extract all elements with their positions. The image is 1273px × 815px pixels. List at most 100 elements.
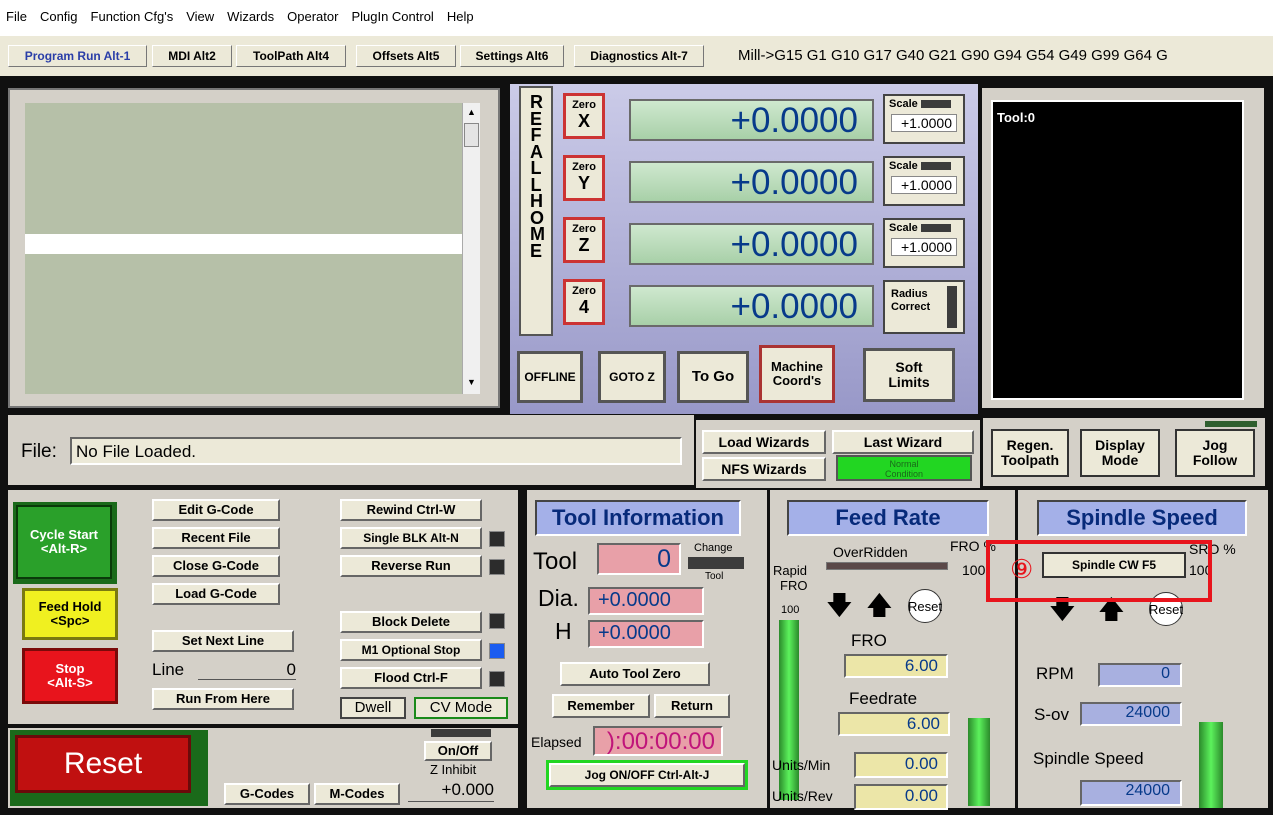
z-inhibit-value[interactable]: +0.000 [408, 780, 494, 802]
tab-toolpath[interactable]: ToolPath Alt4 [236, 45, 346, 67]
zero-4-button[interactable]: Zero 4 [563, 279, 605, 325]
dro-x[interactable]: +0.0000 [629, 99, 874, 141]
reverse-run-led [489, 559, 505, 575]
menu-config[interactable]: Config [40, 9, 78, 24]
scroll-up-icon[interactable]: ▲ [467, 107, 476, 117]
dro-4[interactable]: +0.0000 [629, 285, 874, 327]
reset-button[interactable]: Reset [15, 735, 191, 793]
rewind-button[interactable]: Rewind Ctrl-W [340, 499, 482, 521]
m-codes-button[interactable]: M-Codes [314, 783, 400, 805]
jog-onoff-button[interactable]: Jog ON/OFF Ctrl-Alt-J [549, 763, 745, 787]
dro-z[interactable]: +0.0000 [629, 223, 874, 265]
tool-diameter-field[interactable]: +0.0000 [588, 587, 704, 615]
display-mode-button[interactable]: Display Mode [1080, 429, 1160, 477]
feedrate-value: 6.00 [838, 712, 950, 736]
menu-file[interactable]: File [6, 9, 27, 24]
gcode-scrollbar[interactable]: ▲ ▼ [462, 103, 480, 394]
tool-display-label: Tool:0 [997, 110, 1036, 125]
menu-function-cfgs[interactable]: Function Cfg's [91, 9, 174, 24]
flood-led [489, 671, 505, 687]
fro-down-icon[interactable]: 🡇 [826, 592, 853, 618]
feed-rate-title: Feed Rate [787, 500, 989, 536]
fro-percent-value: 100 [962, 562, 986, 578]
z-inhibit-button[interactable]: On/Off [424, 741, 492, 761]
z-inhibit-led [431, 729, 491, 737]
tab-offsets[interactable]: Offsets Alt5 [356, 45, 456, 67]
condition-indicator: Normal Condition [836, 455, 972, 481]
gcode-list[interactable] [25, 103, 462, 394]
remember-button[interactable]: Remember [552, 694, 650, 718]
dro-y[interactable]: +0.0000 [629, 161, 874, 203]
run-from-here-button[interactable]: Run From Here [152, 688, 294, 710]
fro-value[interactable]: 6.00 [844, 654, 948, 678]
to-go-button[interactable]: To Go [677, 351, 749, 403]
fro-label: FRO [851, 631, 887, 650]
load-wizards-button[interactable]: Load Wizards [702, 430, 826, 454]
tab-mdi[interactable]: MDI Alt2 [152, 45, 232, 67]
feedrate-slider[interactable] [968, 718, 990, 806]
tool-height-field[interactable]: +0.0000 [588, 620, 704, 648]
stop-button[interactable]: Stop <Alt-S> [22, 648, 118, 704]
rapid-fro-label: FRO [780, 578, 808, 593]
soft-limits-button[interactable]: Soft Limits [863, 348, 955, 402]
edit-gcode-button[interactable]: Edit G-Code [152, 499, 280, 521]
ref-all-home-label: REF ALL HOME [530, 92, 545, 261]
goto-z-button[interactable]: GOTO Z [598, 351, 666, 403]
single-block-button[interactable]: Single BLK Alt-N [340, 527, 482, 549]
zero-x-button[interactable]: Zero X [563, 93, 605, 139]
scroll-thumb[interactable] [464, 123, 479, 147]
load-gcode-button[interactable]: Load G-Code [152, 583, 280, 605]
tab-diagnostics[interactable]: Diagnostics Alt-7 [574, 45, 704, 67]
cycle-start-button[interactable]: Cycle Start <Alt-R> [16, 505, 112, 579]
zero-z-button[interactable]: Zero Z [563, 217, 605, 263]
tool-number-field[interactable]: 0 [597, 543, 681, 575]
menu-view[interactable]: View [186, 9, 214, 24]
menu-wizards[interactable]: Wizards [227, 9, 274, 24]
menu-help[interactable]: Help [447, 9, 474, 24]
regen-toolpath-button[interactable]: Regen. Toolpath [991, 429, 1069, 477]
jog-follow-button[interactable]: Jog Follow [1175, 429, 1255, 477]
zero-y-button[interactable]: Zero Y [563, 155, 605, 201]
flood-button[interactable]: Flood Ctrl-F [340, 667, 482, 689]
tab-bar: Program Run Alt-1 MDI Alt2 ToolPath Alt4… [0, 36, 1273, 76]
close-gcode-button[interactable]: Close G-Code [152, 555, 280, 577]
machine-coords-button[interactable]: Machine Coord's [759, 345, 835, 403]
scale-z-value[interactable]: +1.0000 [891, 238, 957, 256]
block-delete-button[interactable]: Block Delete [340, 611, 482, 633]
rapid-fro-slider[interactable] [779, 620, 799, 800]
spindle-speed-title: Spindle Speed [1037, 500, 1247, 536]
nfs-wizards-button[interactable]: NFS Wizards [702, 457, 826, 481]
scale-x-value[interactable]: +1.0000 [891, 114, 957, 132]
radius-correct-button[interactable]: Radius Correct [883, 280, 965, 334]
line-field[interactable]: 0 [198, 660, 296, 680]
tab-program-run[interactable]: Program Run Alt-1 [8, 45, 147, 67]
last-wizard-button[interactable]: Last Wizard [832, 430, 974, 454]
reverse-run-button[interactable]: Reverse Run [340, 555, 482, 577]
scale-y-value[interactable]: +1.0000 [891, 176, 957, 194]
tab-settings[interactable]: Settings Alt6 [460, 45, 564, 67]
offline-button[interactable]: OFFLINE [517, 351, 583, 403]
menu-bar: File Config Function Cfg's View Wizards … [0, 0, 1273, 33]
recent-file-button[interactable]: Recent File [152, 527, 280, 549]
set-next-line-button[interactable]: Set Next Line [152, 630, 294, 652]
spindle-speed-slider[interactable] [1199, 722, 1223, 808]
auto-tool-zero-button[interactable]: Auto Tool Zero [560, 662, 710, 686]
elapsed-label: Elapsed [531, 734, 582, 750]
s-ov-value[interactable]: 24000 [1080, 702, 1182, 726]
toolpath-display[interactable]: Tool:0 [991, 100, 1244, 400]
fro-up-icon[interactable]: 🡅 [866, 592, 893, 618]
scroll-down-icon[interactable]: ▼ [467, 377, 476, 387]
g-codes-button[interactable]: G-Codes [224, 783, 310, 805]
change-tool-led [688, 557, 744, 569]
units-rev-value: 0.00 [854, 784, 948, 810]
m1-optional-stop-button[interactable]: M1 Optional Stop [340, 639, 482, 661]
m1-optional-stop-led [489, 643, 505, 659]
feed-hold-button[interactable]: Feed Hold <Spc> [22, 588, 118, 640]
fro-reset-button[interactable]: Reset [908, 589, 942, 623]
change-tool-sub: Tool [705, 571, 724, 582]
ref-all-home-button[interactable]: REF ALL HOME [519, 86, 553, 336]
return-button[interactable]: Return [654, 694, 730, 718]
menu-operator[interactable]: Operator [287, 9, 338, 24]
menu-plugin-control[interactable]: PlugIn Control [351, 9, 433, 24]
file-name-field: No File Loaded. [70, 437, 682, 465]
